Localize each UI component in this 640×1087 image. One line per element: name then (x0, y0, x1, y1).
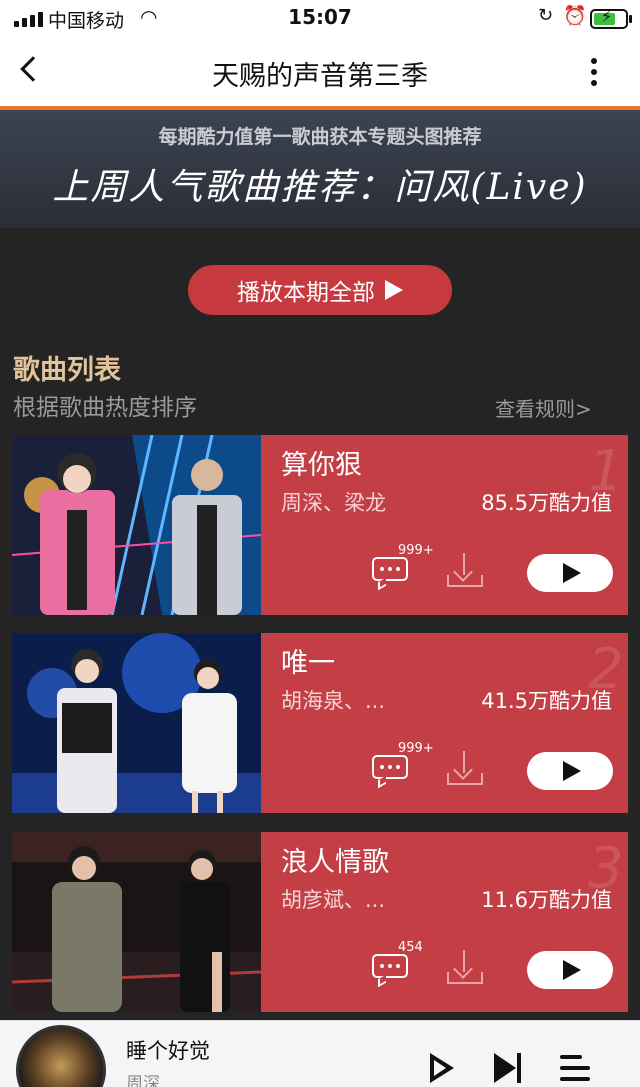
orientation-lock-icon: ↻ (538, 5, 554, 26)
song-cover-image (12, 832, 261, 1012)
play-button[interactable] (527, 752, 613, 790)
section-subtitle: 根据歌曲热度排序 (13, 395, 197, 421)
song-score: 85.5万酷力值 (481, 491, 612, 515)
play-button[interactable] (527, 554, 613, 592)
play-button[interactable] (527, 951, 613, 989)
nav-bar: 天赐的声音第三季 (0, 36, 640, 106)
next-track-button[interactable] (492, 1051, 524, 1085)
charging-bolt-icon: ⚡ (601, 7, 613, 26)
play-icon (385, 280, 403, 300)
banner-headline: 上周人气歌曲推荐：问风(Live) (52, 167, 588, 208)
alarm-icon: ⏰ (563, 5, 587, 27)
comment-count: 999+ (398, 543, 434, 558)
song-title: 浪人情歌 (281, 847, 389, 878)
more-options-button[interactable] (580, 52, 608, 92)
play-icon (563, 761, 581, 781)
view-rules-link[interactable]: 查看规则> (495, 393, 592, 422)
song-artists: 周深、梁龙 (281, 491, 386, 515)
song-card[interactable]: 3 浪人情歌 胡彦斌、... 11.6万酷力值 454 (12, 832, 628, 1012)
song-artists: 胡海泉、... (281, 689, 386, 713)
topic-banner[interactable]: 每期酷力值第一歌曲获本专题头图推荐 上周人气歌曲推荐：问风(Live) (0, 110, 640, 228)
song-score: 11.6万酷力值 (481, 888, 612, 912)
now-playing-title: 睡个好觉 (126, 1039, 210, 1063)
status-bar: 中国移动 ◠ 15:07 ↻ ⏰ ⚡ (0, 0, 640, 36)
song-cover-image (12, 435, 261, 615)
play-all-label: 播放本期全部 (237, 280, 375, 306)
album-art-disc[interactable] (16, 1025, 106, 1087)
download-button[interactable] (445, 551, 485, 589)
song-artists: 胡彦斌、... (281, 888, 386, 912)
comment-count: 454 (398, 940, 423, 955)
download-button[interactable] (445, 749, 485, 787)
section-title: 歌曲列表 (13, 355, 121, 386)
playlist-icon (560, 1055, 582, 1059)
play-pause-button[interactable] (424, 1051, 456, 1085)
download-button[interactable] (445, 948, 485, 986)
page-title: 天赐的声音第三季 (212, 61, 428, 92)
play-all-button[interactable]: 播放本期全部 (188, 265, 452, 315)
song-title: 算你狠 (281, 450, 362, 481)
battery-tip (629, 15, 632, 23)
song-cover-image (12, 633, 261, 813)
song-card[interactable]: 2 唯一 胡海泉、... 41.5万酷力值 999+ (12, 633, 628, 813)
banner-subtitle: 每期酷力值第一歌曲获本专题头图推荐 (158, 126, 482, 148)
comment-count: 999+ (398, 741, 434, 756)
skip-next-icon (494, 1053, 516, 1083)
mini-player[interactable]: 睡个好觉 周深 (0, 1020, 640, 1087)
song-score: 41.5万酷力值 (481, 689, 612, 713)
song-card[interactable]: 1 算你狠 周深、梁龙 85.5万酷力值 999+ (12, 435, 628, 615)
playlist-button[interactable] (560, 1053, 590, 1083)
now-playing-artist: 周深 (126, 1074, 160, 1087)
song-title: 唯一 (281, 648, 335, 679)
more-vertical-icon (591, 58, 597, 64)
play-icon (563, 563, 581, 583)
play-icon (563, 960, 581, 980)
battery-icon: ⚡ (590, 7, 628, 29)
